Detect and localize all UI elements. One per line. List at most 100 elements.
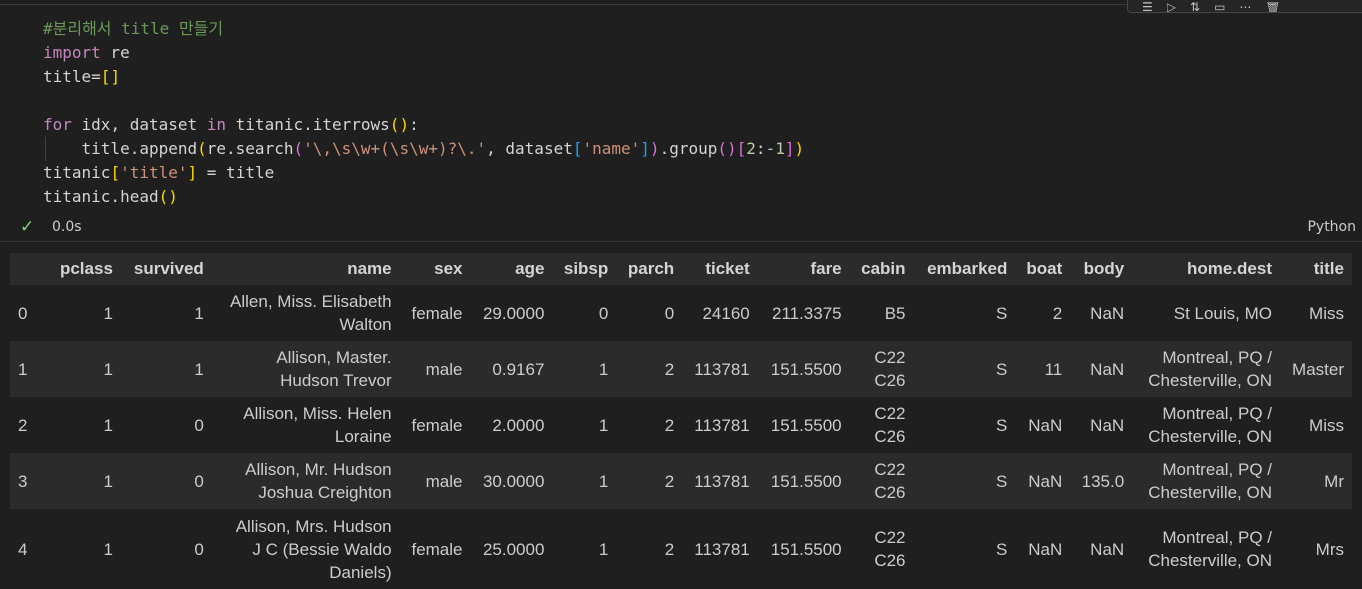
cell-fare: 211.3375 [757,285,850,341]
cell-name: Allison, Mr. Hudson Joshua Creighton [211,453,400,509]
column-header: age [470,253,553,285]
cell-line: Montreal, PQ / [1162,404,1272,423]
cell-line: Daniels) [329,562,392,582]
cell-body: NaN [1070,509,1133,589]
cell-parch: 2 [616,453,683,509]
cell-sex: female [399,397,471,453]
cell-line: C22 [874,460,906,479]
code-line-8: titanic.head() [43,185,178,209]
cell-survived: 0 [120,453,212,509]
row-index: 3 [10,453,48,509]
cell-age: 0.9167 [470,341,553,397]
cell-survived: 0 [120,397,212,453]
code-token: titanic [43,163,111,182]
column-header: pclass [48,253,121,285]
code-bracket: [ [100,67,111,86]
code-bracket: [ [110,163,121,182]
cell-line: Montreal, PQ / [1162,460,1272,479]
code-line-5: for idx, dataset in titanic.iterrows(): [43,113,419,137]
cell-age: 25.0000 [470,509,553,589]
check-icon: ✓ [20,217,35,237]
table-row: 4 1 0 Allison, Mrs. Hudson J C (Bessie Wa… [10,509,1352,589]
row-index: 2 [10,397,48,453]
table-row: 2 1 0 Allison, Miss. Helen Loraine female… [10,397,1352,453]
cell-cabin: C22 C26 [849,509,914,589]
row-index: 1 [10,341,48,397]
cell-embarked: S [913,341,1016,397]
cell-home-dest: Montreal, PQ / Chesterville, ON [1132,453,1280,509]
column-header: survived [120,253,212,285]
cell-boat: NaN [1015,453,1071,509]
code-token: = title [197,163,275,182]
cell-embarked: S [913,397,1016,453]
cell-line: Allen, Miss. Elisabeth [230,292,392,311]
cell-line: Allison, Mr. Hudson [245,460,392,479]
column-header: fare [757,253,850,285]
cell-name: Allen, Miss. Elisabeth Walton [211,285,400,341]
cell-sex: male [399,341,471,397]
cell-pclass: 1 [48,453,121,509]
code-string: '\,\s\w+(\s\w+)?\.' [303,139,487,158]
execution-time: 0.0s [52,219,82,235]
column-header: boat [1015,253,1071,285]
cell-pclass: 1 [48,397,121,453]
code-editor[interactable]: #분리해서 title 만들기 import re title=[] for i… [0,5,1362,215]
cell-line: Chesterville, ON [1148,371,1272,390]
cell-ticket: 24160 [682,285,758,341]
column-header: embarked [913,253,1016,285]
cell-title: Mrs [1280,509,1352,589]
cell-line: Loraine [334,427,392,446]
cell-home-dest: Montreal, PQ / Chesterville, ON [1132,397,1280,453]
cell-embarked: S [913,285,1016,341]
column-header: sibsp [552,253,617,285]
cell-line: C22 [874,404,906,423]
cell-fare: 151.5500 [757,397,850,453]
cell-body: NaN [1070,341,1133,397]
cell-line: Hudson Trevor [280,371,392,390]
code-bracket: [ [736,139,747,158]
cell-line: Walton [339,315,392,334]
code-keyword: import [43,43,101,62]
code-string: 'title' [120,163,188,182]
kernel-language-button[interactable]: Python [1307,219,1356,235]
code-token: title.append [43,139,198,158]
cell-pclass: 1 [48,509,121,589]
code-bracket: ( [389,115,400,134]
cell-body: 135.0 [1070,453,1133,509]
code-bracket: ] [640,139,650,158]
code-keyword: for [43,115,72,134]
cell-name: Allison, Master. Hudson Trevor [211,341,400,397]
code-bracket: ( [293,139,304,158]
code-string: 'name' [582,139,641,158]
column-header: name [211,253,400,285]
cell-line: B5 [884,303,906,323]
code-keyword: in [206,115,227,134]
cell-ticket: 113781 [682,397,758,453]
table-header-row: pclass survived name sex age sibsp parch… [10,253,1352,285]
output-divider [0,241,1362,242]
cell-line: C26 [874,483,906,502]
cell-cabin: C22 C26 [849,341,914,397]
cell-line: Joshua Creighton [258,483,392,502]
code-token: re [100,43,130,62]
code-comment: #분리해서 title 만들기 [43,19,224,38]
cell-home-dest: St Louis, MO [1132,285,1280,341]
code-bracket: ] [187,163,198,182]
column-header: cabin [849,253,914,285]
cell-sex: female [399,509,471,589]
cell-line: C26 [874,371,906,390]
table-row: 1 1 1 Allison, Master. Hudson Trevor male… [10,341,1352,397]
code-bracket: ) [399,115,410,134]
cell-line: St Louis, MO [1173,303,1272,323]
cell-line: C26 [874,427,906,446]
cell-title: Mr [1280,453,1352,509]
cell-sibsp: 1 [552,341,617,397]
cell-survived: 0 [120,509,212,589]
code-line-7: titanic['title'] = title [43,161,274,185]
code-token: : [755,139,766,158]
cell-sibsp: 1 [552,397,617,453]
cell-title: Miss [1280,285,1352,341]
cell-home-dest: Montreal, PQ / Chesterville, ON [1132,341,1280,397]
cell-boat: 11 [1015,341,1071,397]
column-header: title [1280,253,1352,285]
